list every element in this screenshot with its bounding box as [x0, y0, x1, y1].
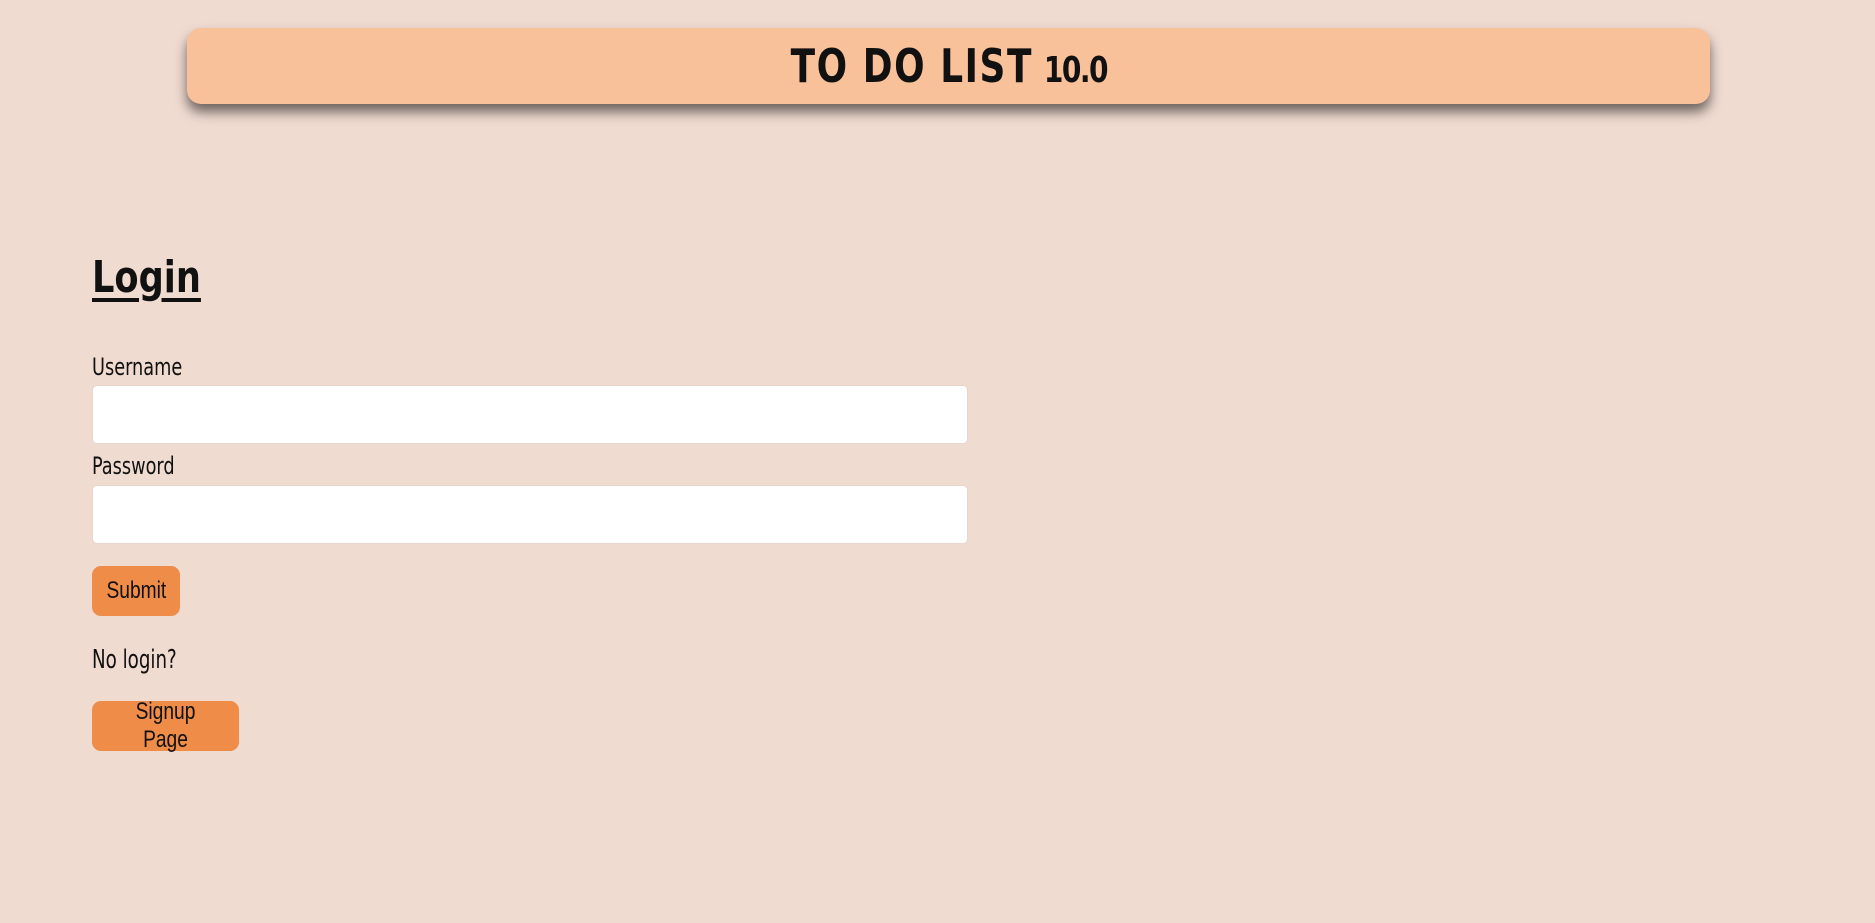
app-title-text: TO DO LIST: [790, 39, 1033, 93]
no-login-text: No login?: [92, 645, 177, 675]
signup-page-button[interactable]: Signup Page: [92, 698, 239, 753]
username-label: Username: [92, 353, 183, 381]
page: TO DO LIST 10.0 Login Username Password …: [0, 0, 1875, 923]
submit-button[interactable]: Submit: [92, 566, 180, 616]
app-version: 10.0: [1043, 50, 1109, 91]
password-label: Password: [92, 452, 175, 480]
username-input[interactable]: [92, 385, 968, 444]
app-title: TO DO LIST 10.0: [790, 39, 1109, 93]
submit-button-label: Submit: [106, 577, 166, 604]
signup-button-label: Signup Page: [135, 698, 196, 753]
password-input[interactable]: [92, 485, 968, 544]
login-heading: Login: [92, 252, 201, 303]
app-header: TO DO LIST 10.0: [187, 28, 1710, 104]
login-form: Login Username Password Submit No login?…: [92, 244, 970, 753]
